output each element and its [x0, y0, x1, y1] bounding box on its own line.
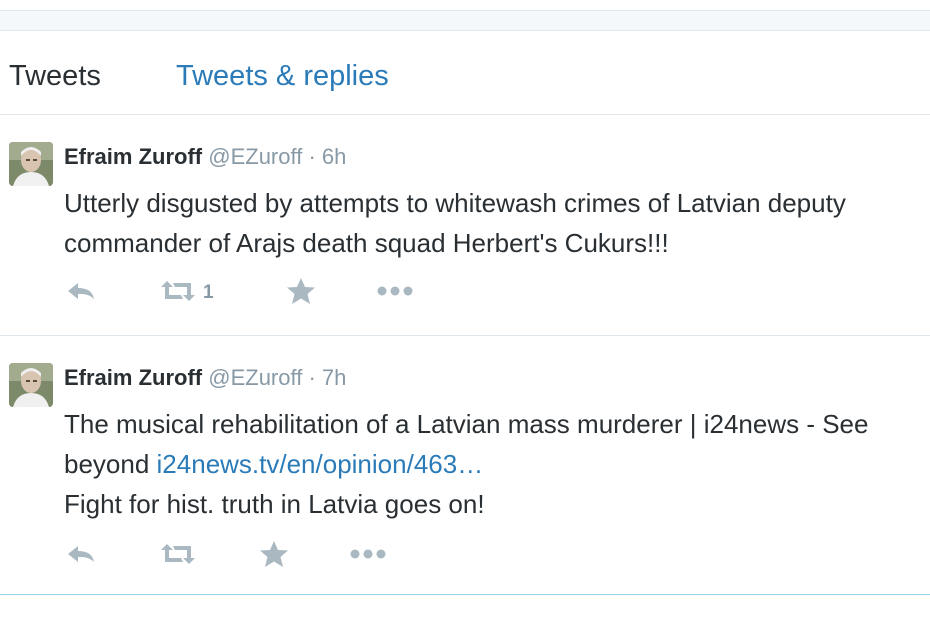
reply-button[interactable]: [64, 278, 98, 308]
top-strip: [0, 0, 930, 11]
tweet-text: The musical rehabilitation of a Latvian …: [64, 404, 930, 524]
more-icon: [376, 284, 414, 303]
retweet-button[interactable]: 1: [159, 278, 214, 308]
author-name[interactable]: Efraim Zuroff: [64, 144, 202, 169]
tweet-time[interactable]: 6h: [322, 144, 346, 169]
tweet-text-line: commander of Arajs death squad Herbert's…: [64, 228, 669, 258]
avatar[interactable]: [9, 142, 53, 186]
tweet[interactable]: Efraim Zuroff @EZuroff · 7h The musical …: [0, 336, 930, 595]
avatar[interactable]: [9, 363, 53, 407]
tweet[interactable]: Efraim Zuroff @EZuroff · 6h Utterly disg…: [0, 115, 930, 336]
more-button[interactable]: [349, 541, 387, 571]
tweet-link[interactable]: i24news.tv/en/opinion/463…: [157, 449, 484, 479]
tab-tweets-replies[interactable]: Tweets & replies: [176, 58, 389, 94]
favorite-button[interactable]: [259, 540, 289, 573]
retweet-icon: [159, 542, 197, 571]
favorite-button[interactable]: [286, 277, 316, 310]
separator: ·: [308, 144, 316, 169]
tweet-header: Efraim Zuroff @EZuroff · 7h: [64, 364, 346, 392]
more-button[interactable]: [376, 278, 414, 308]
timeline-tabs: Tweets Tweets & replies: [0, 31, 930, 115]
tweet-header: Efraim Zuroff @EZuroff · 6h: [64, 143, 346, 171]
reply-button[interactable]: [64, 541, 98, 571]
tweet-text-line: Fight for hist. truth in Latvia goes on!: [64, 489, 485, 519]
tweet-text: Utterly disgusted by attempts to whitewa…: [64, 183, 930, 263]
tab-tweets[interactable]: Tweets: [9, 58, 101, 94]
author-handle[interactable]: @EZuroff: [208, 144, 302, 169]
tweet-time[interactable]: 7h: [322, 365, 346, 390]
tweet-text-line: The musical rehabilitation of a Latvian …: [64, 409, 869, 439]
retweet-count: 1: [203, 282, 214, 303]
tweet-text-prefix: beyond: [64, 449, 157, 479]
retweet-button[interactable]: [159, 541, 203, 571]
separator: ·: [308, 365, 316, 390]
timeline: Tweets Tweets & replies Efraim Zuroff @E…: [0, 30, 930, 618]
author-handle[interactable]: @EZuroff: [208, 365, 302, 390]
more-icon: [349, 547, 387, 566]
star-icon: [259, 540, 289, 573]
retweet-icon: [159, 279, 197, 308]
star-icon: [286, 277, 316, 310]
tweet-text-line: beyond i24news.tv/en/opinion/463…: [64, 444, 930, 484]
tweet-text-line: Utterly disgusted by attempts to whitewa…: [64, 188, 846, 218]
reply-icon: [64, 543, 98, 570]
reply-icon: [64, 280, 98, 307]
twitter-profile-timeline: Tweets Tweets & replies Efraim Zuroff @E…: [0, 0, 930, 618]
author-name[interactable]: Efraim Zuroff: [64, 365, 202, 390]
